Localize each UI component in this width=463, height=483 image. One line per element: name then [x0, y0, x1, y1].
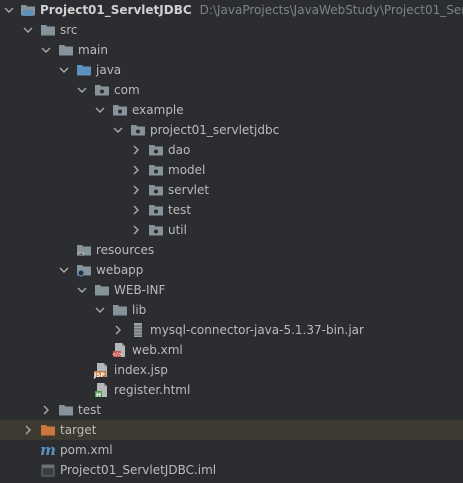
maven-icon: m: [40, 442, 56, 458]
project-folder-icon: [20, 2, 36, 18]
chevron-down-icon[interactable]: [4, 0, 14, 20]
tree-row-java[interactable]: java: [0, 60, 463, 80]
tree-row-lib[interactable]: lib: [0, 300, 463, 320]
resources-folder-icon: [76, 242, 92, 258]
project-path: D:\JavaProjects\JavaWebStudy\Project01_S…: [199, 3, 463, 17]
chevron-right-icon[interactable]: [130, 160, 142, 180]
package-icon: [148, 142, 164, 158]
tree-row-resources[interactable]: resources: [0, 240, 463, 260]
package-icon: [130, 122, 146, 138]
tree-label: mysql-connector-java-5.1.37-bin.jar: [150, 323, 364, 337]
tree-label: web.xml: [132, 343, 183, 357]
tree-label: Project01_ServletJDBC.iml: [60, 463, 217, 477]
tree-row-com[interactable]: com: [0, 80, 463, 100]
chevron-right-icon[interactable]: [130, 140, 142, 160]
jar-icon: [130, 322, 146, 338]
tree-label: java: [96, 63, 122, 77]
package-icon: [94, 82, 110, 98]
tree-label: com: [114, 83, 140, 97]
maven-letter: m: [40, 441, 56, 459]
tree-row-target[interactable]: target: [0, 420, 463, 440]
chevron-down-icon[interactable]: [58, 60, 70, 80]
tree-row-test-package[interactable]: test: [0, 200, 463, 220]
folder-icon: [40, 22, 56, 38]
tree-label: src: [60, 23, 78, 37]
module-file-icon: [40, 462, 56, 478]
tree-row-main[interactable]: main: [0, 40, 463, 60]
chevron-down-icon[interactable]: [22, 20, 34, 40]
folder-icon: [94, 282, 110, 298]
chevron-right-icon[interactable]: [40, 400, 52, 420]
chevron-down-icon[interactable]: [76, 80, 88, 100]
tree-row-package-root[interactable]: project01_servletjdbc: [0, 120, 463, 140]
tree-row-iml[interactable]: Project01_ServletJDBC.iml: [0, 460, 463, 480]
chevron-right-icon[interactable]: [112, 320, 124, 340]
chevron-right-icon[interactable]: [130, 220, 142, 240]
tree-row-web-inf[interactable]: WEB-INF: [0, 280, 463, 300]
tree-label: pom.xml: [60, 443, 113, 457]
html-badge-text: H: [96, 392, 102, 399]
package-icon: [148, 202, 164, 218]
tree-label: test: [168, 203, 192, 217]
chevron-right-icon[interactable]: [130, 180, 142, 200]
tree-label: project01_servletjdbc: [150, 123, 280, 137]
jsp-file-icon: JSP: [94, 362, 110, 379]
web-folder-icon: [76, 262, 92, 278]
project-tree: Project01_ServletJDBC D:\JavaProjects\Ja…: [0, 0, 463, 483]
tree-row-dao[interactable]: dao: [0, 140, 463, 160]
tree-label: dao: [168, 143, 191, 157]
tree-row-util[interactable]: util: [0, 220, 463, 240]
tree-label: index.jsp: [114, 363, 168, 377]
folder-icon: [58, 42, 74, 58]
chevron-down-icon[interactable]: [94, 300, 106, 320]
tree-row-jar[interactable]: mysql-connector-java-5.1.37-bin.jar: [0, 320, 463, 340]
tree-row-web-xml[interactable]: </> web.xml: [0, 340, 463, 360]
tree-row-register-html[interactable]: H register.html: [0, 380, 463, 400]
svg-text:</>: </>: [112, 352, 122, 358]
folder-icon: [58, 402, 74, 418]
source-folder-icon: [76, 62, 92, 78]
chevron-down-icon[interactable]: [94, 100, 106, 120]
chevron-right-icon[interactable]: [22, 420, 34, 440]
tree-label: lib: [132, 303, 147, 317]
package-icon: [148, 162, 164, 178]
package-icon: [148, 182, 164, 198]
chevron-down-icon[interactable]: [40, 40, 52, 60]
chevron-right-icon[interactable]: [130, 200, 142, 220]
tree-label: register.html: [114, 383, 191, 397]
tree-label: util: [168, 223, 187, 237]
tree-row-pom-xml[interactable]: m pom.xml: [0, 440, 463, 460]
chevron-down-icon[interactable]: [76, 280, 88, 300]
tree-row-test-dir[interactable]: test: [0, 400, 463, 420]
tree-label: main: [78, 43, 108, 57]
tree-row-model[interactable]: model: [0, 160, 463, 180]
jsp-badge-text: JSP: [94, 372, 105, 379]
excluded-folder-icon: [40, 422, 56, 438]
tree-label: test: [78, 403, 102, 417]
folder-icon: [112, 302, 128, 318]
tree-label: example: [132, 103, 184, 117]
chevron-down-icon[interactable]: [58, 260, 70, 280]
tree-row-index-jsp[interactable]: JSP index.jsp: [0, 360, 463, 380]
package-icon: [148, 222, 164, 238]
tree-label: servlet: [168, 183, 210, 197]
web-xml-file-icon: </>: [112, 342, 128, 358]
package-icon: [112, 102, 128, 118]
project-name: Project01_ServletJDBC: [40, 3, 192, 17]
tree-label: WEB-INF: [114, 283, 166, 297]
tree-label: target: [60, 423, 97, 437]
tree-row-example[interactable]: example: [0, 100, 463, 120]
tree-row-webapp[interactable]: webapp: [0, 260, 463, 280]
html-file-icon: H: [94, 382, 110, 399]
chevron-down-icon[interactable]: [112, 120, 124, 140]
tree-label: resources: [96, 243, 155, 257]
tree-row-project-root[interactable]: Project01_ServletJDBC D:\JavaProjects\Ja…: [0, 0, 463, 20]
tree-row-src[interactable]: src: [0, 20, 463, 40]
tree-label: webapp: [96, 263, 144, 277]
tree-row-servlet[interactable]: servlet: [0, 180, 463, 200]
tree-label: model: [168, 163, 206, 177]
